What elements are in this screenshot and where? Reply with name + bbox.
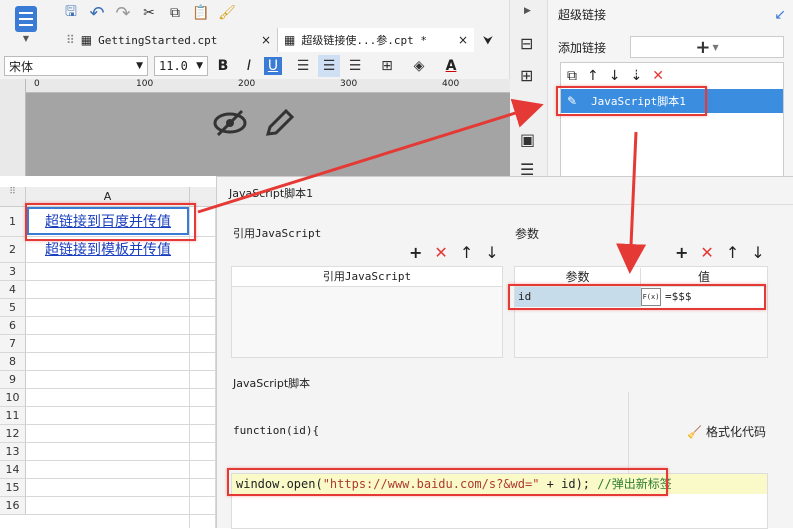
ref-js-section-title: 引用JavaScript bbox=[233, 227, 322, 240]
underline-button[interactable]: U bbox=[264, 57, 282, 75]
cut-icon[interactable]: ✂ bbox=[138, 2, 160, 24]
delete-icon[interactable]: ✕ bbox=[652, 68, 664, 84]
highlight-code-line bbox=[227, 468, 668, 496]
row-number[interactable]: 9 bbox=[0, 371, 26, 389]
add-link-label: 添加链接 bbox=[558, 41, 607, 55]
row-number[interactable]: 7 bbox=[0, 335, 26, 353]
row-number[interactable]: 8 bbox=[0, 353, 26, 371]
element-icon[interactable]: ▣ bbox=[520, 130, 535, 149]
row-number[interactable]: 5 bbox=[0, 299, 26, 317]
italic-button[interactable]: I bbox=[238, 55, 260, 77]
row-number[interactable]: 3 bbox=[0, 263, 26, 281]
copy-icon[interactable]: ⧉ bbox=[164, 2, 186, 24]
redo-icon[interactable]: ↷ bbox=[112, 2, 134, 24]
ruler: 0 100 200 300 400 bbox=[26, 79, 510, 93]
delete-icon[interactable]: ✕ bbox=[434, 243, 447, 262]
move-down-icon[interactable]: ↓ bbox=[485, 243, 498, 262]
save-icon[interactable]: 🖫 bbox=[60, 2, 82, 24]
highlight-a1 bbox=[25, 203, 196, 241]
row-number[interactable]: 14 bbox=[0, 461, 26, 479]
format-code-button[interactable]: 🧹 格式化代码 bbox=[687, 423, 766, 440]
align-center-icon[interactable]: ☰ bbox=[318, 55, 340, 77]
move-down-icon[interactable]: ↓ bbox=[751, 243, 764, 262]
align-right-icon[interactable]: ☰ bbox=[344, 55, 366, 77]
edit-pencil-icon[interactable] bbox=[264, 108, 296, 138]
tab-bar: ⠿ ▦ GettingStarted.cpt × ▦ 超级链接使...参.cpt … bbox=[60, 28, 502, 52]
report-header-area bbox=[26, 93, 510, 176]
highlight-param-row bbox=[508, 284, 766, 310]
row-number[interactable]: 15 bbox=[0, 479, 26, 497]
row-numbers: 1 2 3 4 5 6 7 8 9 10 11 12 13 14 15 16 bbox=[0, 207, 26, 528]
ref-js-col-header: 引用JavaScript bbox=[232, 267, 502, 287]
table-icon: ▦ bbox=[80, 33, 93, 47]
move-up-icon[interactable]: ↑ bbox=[460, 243, 473, 262]
widget-icon[interactable]: ⊞ bbox=[520, 66, 533, 85]
tab-gettingstarted[interactable]: ⠿ ▦ GettingStarted.cpt × bbox=[60, 28, 278, 52]
row-number[interactable]: 6 bbox=[0, 317, 26, 335]
add-link-button[interactable]: + ▼ bbox=[630, 36, 784, 58]
row-number[interactable]: 2 bbox=[0, 237, 26, 263]
dialog-title: JavaScript脚本1 bbox=[229, 187, 314, 200]
sheet-corner[interactable]: ⠿ bbox=[0, 187, 26, 207]
format-painter-icon[interactable]: 🖌 bbox=[216, 2, 238, 24]
script-section-title: JavaScript脚本 bbox=[233, 377, 311, 390]
undo-icon[interactable]: ↶ bbox=[86, 2, 108, 24]
row-number[interactable]: 11 bbox=[0, 407, 26, 425]
bold-button[interactable]: B bbox=[212, 55, 234, 77]
table-icon: ▦ bbox=[284, 33, 296, 47]
collapse-arrow-icon[interactable]: ▶ bbox=[524, 6, 531, 16]
row-number[interactable]: 16 bbox=[0, 497, 26, 515]
row-number[interactable]: 1 bbox=[0, 207, 26, 237]
fill-color-icon[interactable]: ◈ bbox=[408, 55, 430, 77]
row-number[interactable]: 12 bbox=[0, 425, 26, 443]
font-size-select[interactable]: 11.0 ▼ bbox=[154, 56, 208, 76]
hide-icon[interactable] bbox=[212, 108, 248, 138]
row-number[interactable]: 13 bbox=[0, 443, 26, 461]
font-name-select[interactable]: 宋体 ▼ bbox=[4, 56, 148, 76]
value-col-header: 值 bbox=[697, 270, 710, 284]
delete-icon[interactable]: ✕ bbox=[700, 243, 713, 262]
add-icon[interactable]: + bbox=[409, 243, 422, 262]
broom-icon: 🧹 bbox=[687, 424, 702, 439]
panel-title: 超级链接 bbox=[558, 8, 607, 22]
link-list-box: ⧉ ↑ ↓ ⇣ ✕ ✎ JavaScript脚本1 bbox=[560, 62, 784, 177]
code-line-1[interactable]: function(id){ bbox=[233, 424, 319, 437]
params-table: 参数 值 id F(x) =$$$ bbox=[514, 266, 768, 358]
add-icon[interactable]: + bbox=[675, 243, 688, 262]
align-left-icon[interactable]: ☰ bbox=[292, 55, 314, 77]
move-up-icon[interactable]: ↑ bbox=[587, 68, 599, 84]
copy-icon[interactable]: ⧉ bbox=[567, 68, 577, 84]
sort-icon[interactable]: ⇣ bbox=[630, 68, 642, 84]
highlight-link-item bbox=[556, 86, 707, 116]
app-menu-icon[interactable]: ▼ bbox=[12, 6, 40, 48]
condition-icon[interactable]: ⊠ bbox=[520, 98, 533, 117]
close-icon[interactable]: × bbox=[458, 33, 468, 47]
border-icon[interactable]: ⊞ bbox=[376, 55, 398, 77]
cell-attr-icon[interactable]: ⊟ bbox=[520, 34, 533, 53]
collapse-icon[interactable]: ↙ bbox=[774, 7, 786, 23]
paste-icon[interactable]: 📋 bbox=[190, 2, 212, 24]
row-number[interactable]: 4 bbox=[0, 281, 26, 299]
move-up-icon[interactable]: ↑ bbox=[726, 243, 739, 262]
row-number[interactable]: 10 bbox=[0, 389, 26, 407]
move-down-icon[interactable]: ↓ bbox=[609, 68, 621, 84]
tab-hyperlink[interactable]: ▦ 超级链接使...参.cpt * × bbox=[278, 28, 474, 52]
font-color-icon[interactable]: A bbox=[440, 55, 462, 77]
param-col-header: 参数 bbox=[515, 268, 641, 285]
ref-js-table: 引用JavaScript bbox=[231, 266, 503, 358]
params-section-title: 参数 bbox=[515, 227, 540, 241]
close-icon[interactable]: × bbox=[261, 33, 271, 47]
tab-menu-icon[interactable]: ⮟ bbox=[474, 33, 502, 48]
